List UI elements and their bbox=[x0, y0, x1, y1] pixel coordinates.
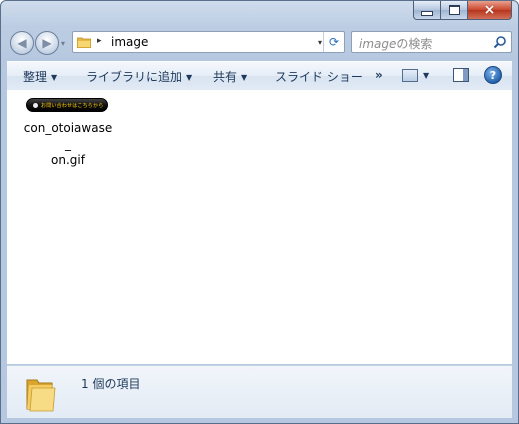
share-menu[interactable]: 共有 ▼ bbox=[213, 68, 247, 85]
preview-pane-icon[interactable] bbox=[453, 68, 469, 82]
file-name-line-1: con_otoiawase_ bbox=[23, 121, 113, 151]
close-button[interactable]: × bbox=[468, 1, 512, 20]
slideshow-button[interactable]: スライド ショー bbox=[275, 68, 363, 85]
caption-buttons: × bbox=[413, 1, 512, 21]
file-name: con_otoiawase_ on.gif bbox=[21, 120, 115, 168]
view-options-dropdown[interactable]: ▼ bbox=[423, 71, 429, 80]
search-icon[interactable] bbox=[493, 35, 507, 49]
navigation-row: ◀ ▶ ▾ ▸ image ▾ ⟳ imageの検索 bbox=[1, 30, 518, 56]
search-placeholder-folder: image bbox=[359, 37, 397, 51]
share-label: 共有 bbox=[213, 70, 238, 84]
minimize-icon bbox=[421, 10, 433, 16]
details-pane: 1 個の項目 bbox=[7, 365, 512, 418]
command-bar: 整理 ▼ ライブラリに追加 ▼ 共有 ▼ スライド ショー » ▼ ? bbox=[7, 61, 512, 91]
item-count: 1 個の項目 bbox=[81, 377, 141, 391]
add-to-library-label: ライブラリに追加 bbox=[86, 70, 183, 84]
organize-label: 整理 bbox=[23, 70, 48, 84]
file-list-area[interactable]: お問い合わせはこちらから con_otoiawase_ on.gif bbox=[7, 90, 512, 364]
chevron-down-icon: ▼ bbox=[241, 73, 248, 82]
close-icon: × bbox=[483, 2, 496, 18]
minimize-button[interactable] bbox=[413, 1, 441, 20]
maximize-icon bbox=[448, 5, 460, 15]
bullet-icon bbox=[33, 102, 38, 108]
chevron-down-icon: ▼ bbox=[51, 73, 58, 82]
breadcrumb-image[interactable]: image bbox=[111, 35, 148, 49]
search-box[interactable]: imageの検索 bbox=[351, 31, 512, 53]
recent-pages-dropdown[interactable]: ▾ bbox=[61, 39, 65, 48]
refresh-button[interactable]: ⟳ bbox=[323, 32, 344, 52]
file-name-line-2: on.gif bbox=[51, 153, 85, 167]
address-dropdown[interactable]: ▾ bbox=[318, 38, 322, 47]
address-bar[interactable]: ▸ image ▾ ⟳ bbox=[72, 31, 345, 53]
change-view-icon[interactable] bbox=[402, 69, 418, 82]
search-placeholder-suffix: の検索 bbox=[396, 37, 433, 51]
forward-arrow-icon: ▶ bbox=[42, 36, 52, 50]
folder-icon bbox=[77, 37, 91, 48]
chevron-down-icon: ▼ bbox=[186, 73, 193, 82]
explorer-window: × ◀ ▶ ▾ ▸ image ▾ ⟳ imageの検索 整理 ▼ ライブラリに追… bbox=[0, 0, 519, 424]
back-arrow-icon: ◀ bbox=[17, 36, 27, 50]
folder-icon bbox=[26, 379, 56, 412]
thumbnail-text: お問い合わせはこちらから bbox=[41, 102, 104, 109]
organize-menu[interactable]: 整理 ▼ bbox=[23, 68, 57, 85]
search-placeholder: imageの検索 bbox=[359, 35, 432, 52]
forward-button[interactable]: ▶ bbox=[35, 31, 59, 55]
add-to-library-menu[interactable]: ライブラリに追加 ▼ bbox=[86, 68, 192, 85]
maximize-button[interactable] bbox=[441, 1, 468, 20]
breadcrumb-separator[interactable]: ▸ bbox=[97, 36, 102, 46]
gif-thumbnail: お問い合わせはこちらから bbox=[26, 98, 108, 112]
refresh-icon: ⟳ bbox=[328, 35, 340, 49]
more-commands-button[interactable]: » bbox=[375, 68, 383, 82]
back-button[interactable]: ◀ bbox=[10, 31, 34, 55]
help-button[interactable]: ? bbox=[484, 66, 502, 84]
